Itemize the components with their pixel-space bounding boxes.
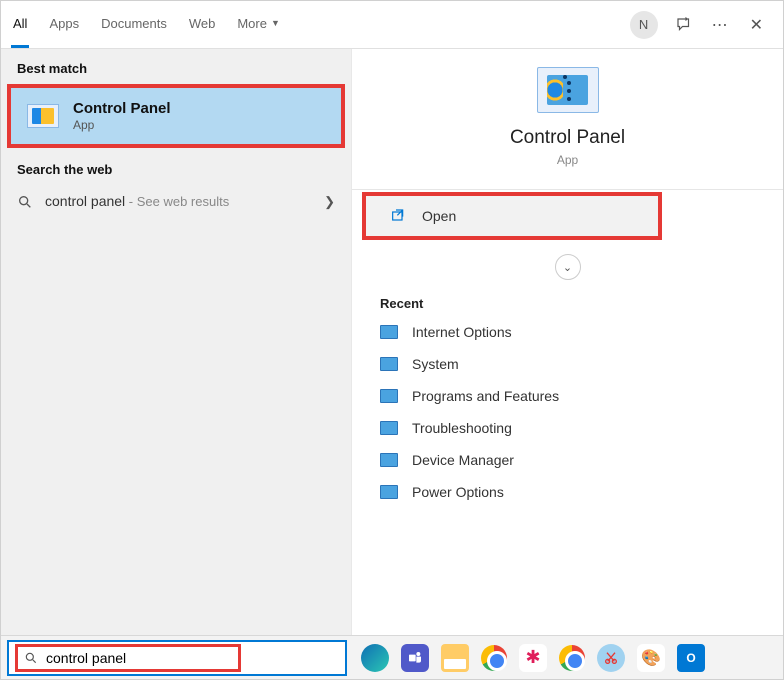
open-label: Open xyxy=(422,208,456,224)
cp-item-icon xyxy=(380,453,398,467)
taskbar: O xyxy=(1,635,783,679)
divider xyxy=(352,189,783,190)
taskbar-chrome-icon[interactable] xyxy=(481,645,507,671)
header-actions: N ⋯ ✕ xyxy=(630,11,773,39)
expand-button[interactable]: ⌄ xyxy=(555,254,581,280)
recent-label: Recent xyxy=(352,286,783,317)
cp-item-icon xyxy=(380,389,398,403)
taskbar-outlook-icon[interactable]: O xyxy=(677,644,705,672)
search-box[interactable] xyxy=(7,640,347,676)
tab-documents[interactable]: Documents xyxy=(99,1,169,48)
best-match-result[interactable]: Control Panel App xyxy=(7,84,345,148)
tab-web[interactable]: Web xyxy=(187,1,218,48)
cp-item-icon xyxy=(380,325,398,339)
taskbar-file-explorer-icon[interactable] xyxy=(441,644,469,672)
recent-item-device-manager[interactable]: Device Manager xyxy=(364,445,771,475)
preview-hero: Control Panel App xyxy=(352,67,783,189)
close-button[interactable]: ✕ xyxy=(746,11,767,39)
chevron-down-icon: ▼ xyxy=(271,18,280,28)
recent-item-programs[interactable]: Programs and Features xyxy=(364,381,771,411)
recent-item-internet-options[interactable]: Internet Options xyxy=(364,317,771,347)
tab-more[interactable]: More▼ xyxy=(235,1,282,48)
tab-all[interactable]: All xyxy=(11,1,29,48)
search-header: All Apps Documents Web More▼ N ⋯ ✕ xyxy=(1,1,783,49)
feedback-icon[interactable] xyxy=(674,15,694,35)
recent-item-system[interactable]: System xyxy=(364,349,771,379)
search-web-label: Search the web xyxy=(1,150,351,183)
web-result-term: control panel xyxy=(45,193,125,209)
best-match-title: Control Panel xyxy=(73,100,171,117)
open-action[interactable]: Open xyxy=(362,192,662,240)
control-panel-hero-icon xyxy=(537,67,599,113)
user-avatar[interactable]: N xyxy=(630,11,658,39)
web-search-result[interactable]: control panel - See web results ❯ xyxy=(1,183,351,221)
cp-item-icon xyxy=(380,485,398,499)
preview-panel: Control Panel App Open ⌄ Recent Internet… xyxy=(351,49,783,635)
taskbar-pinned: O xyxy=(361,644,705,672)
more-options-icon[interactable]: ⋯ xyxy=(710,15,730,35)
open-icon xyxy=(390,208,408,224)
search-input[interactable] xyxy=(46,650,232,666)
scope-tabs: All Apps Documents Web More▼ xyxy=(11,1,630,48)
chevron-right-icon: ❯ xyxy=(324,194,335,210)
taskbar-chrome-icon-2[interactable] xyxy=(559,645,585,671)
taskbar-slack-icon[interactable] xyxy=(519,644,547,672)
best-match-label: Best match xyxy=(1,49,351,82)
search-icon xyxy=(24,651,38,665)
taskbar-snip-icon[interactable] xyxy=(597,644,625,672)
preview-title: Control Panel xyxy=(510,127,625,149)
tab-apps[interactable]: Apps xyxy=(47,1,81,48)
preview-subtitle: App xyxy=(557,153,578,167)
recent-item-troubleshooting[interactable]: Troubleshooting xyxy=(364,413,771,443)
results-panel: Best match Control Panel App Search the … xyxy=(1,49,351,635)
taskbar-paint-icon[interactable] xyxy=(637,644,665,672)
web-result-desc: - See web results xyxy=(125,194,229,209)
best-match-subtitle: App xyxy=(73,118,171,132)
search-icon xyxy=(17,194,33,210)
recent-item-power-options[interactable]: Power Options xyxy=(364,477,771,507)
cp-item-icon xyxy=(380,421,398,435)
cp-item-icon xyxy=(380,357,398,371)
control-panel-icon xyxy=(27,104,59,128)
taskbar-edge-icon[interactable] xyxy=(361,644,389,672)
taskbar-teams-icon[interactable] xyxy=(401,644,429,672)
recent-list: Internet Options System Programs and Fea… xyxy=(352,317,783,517)
